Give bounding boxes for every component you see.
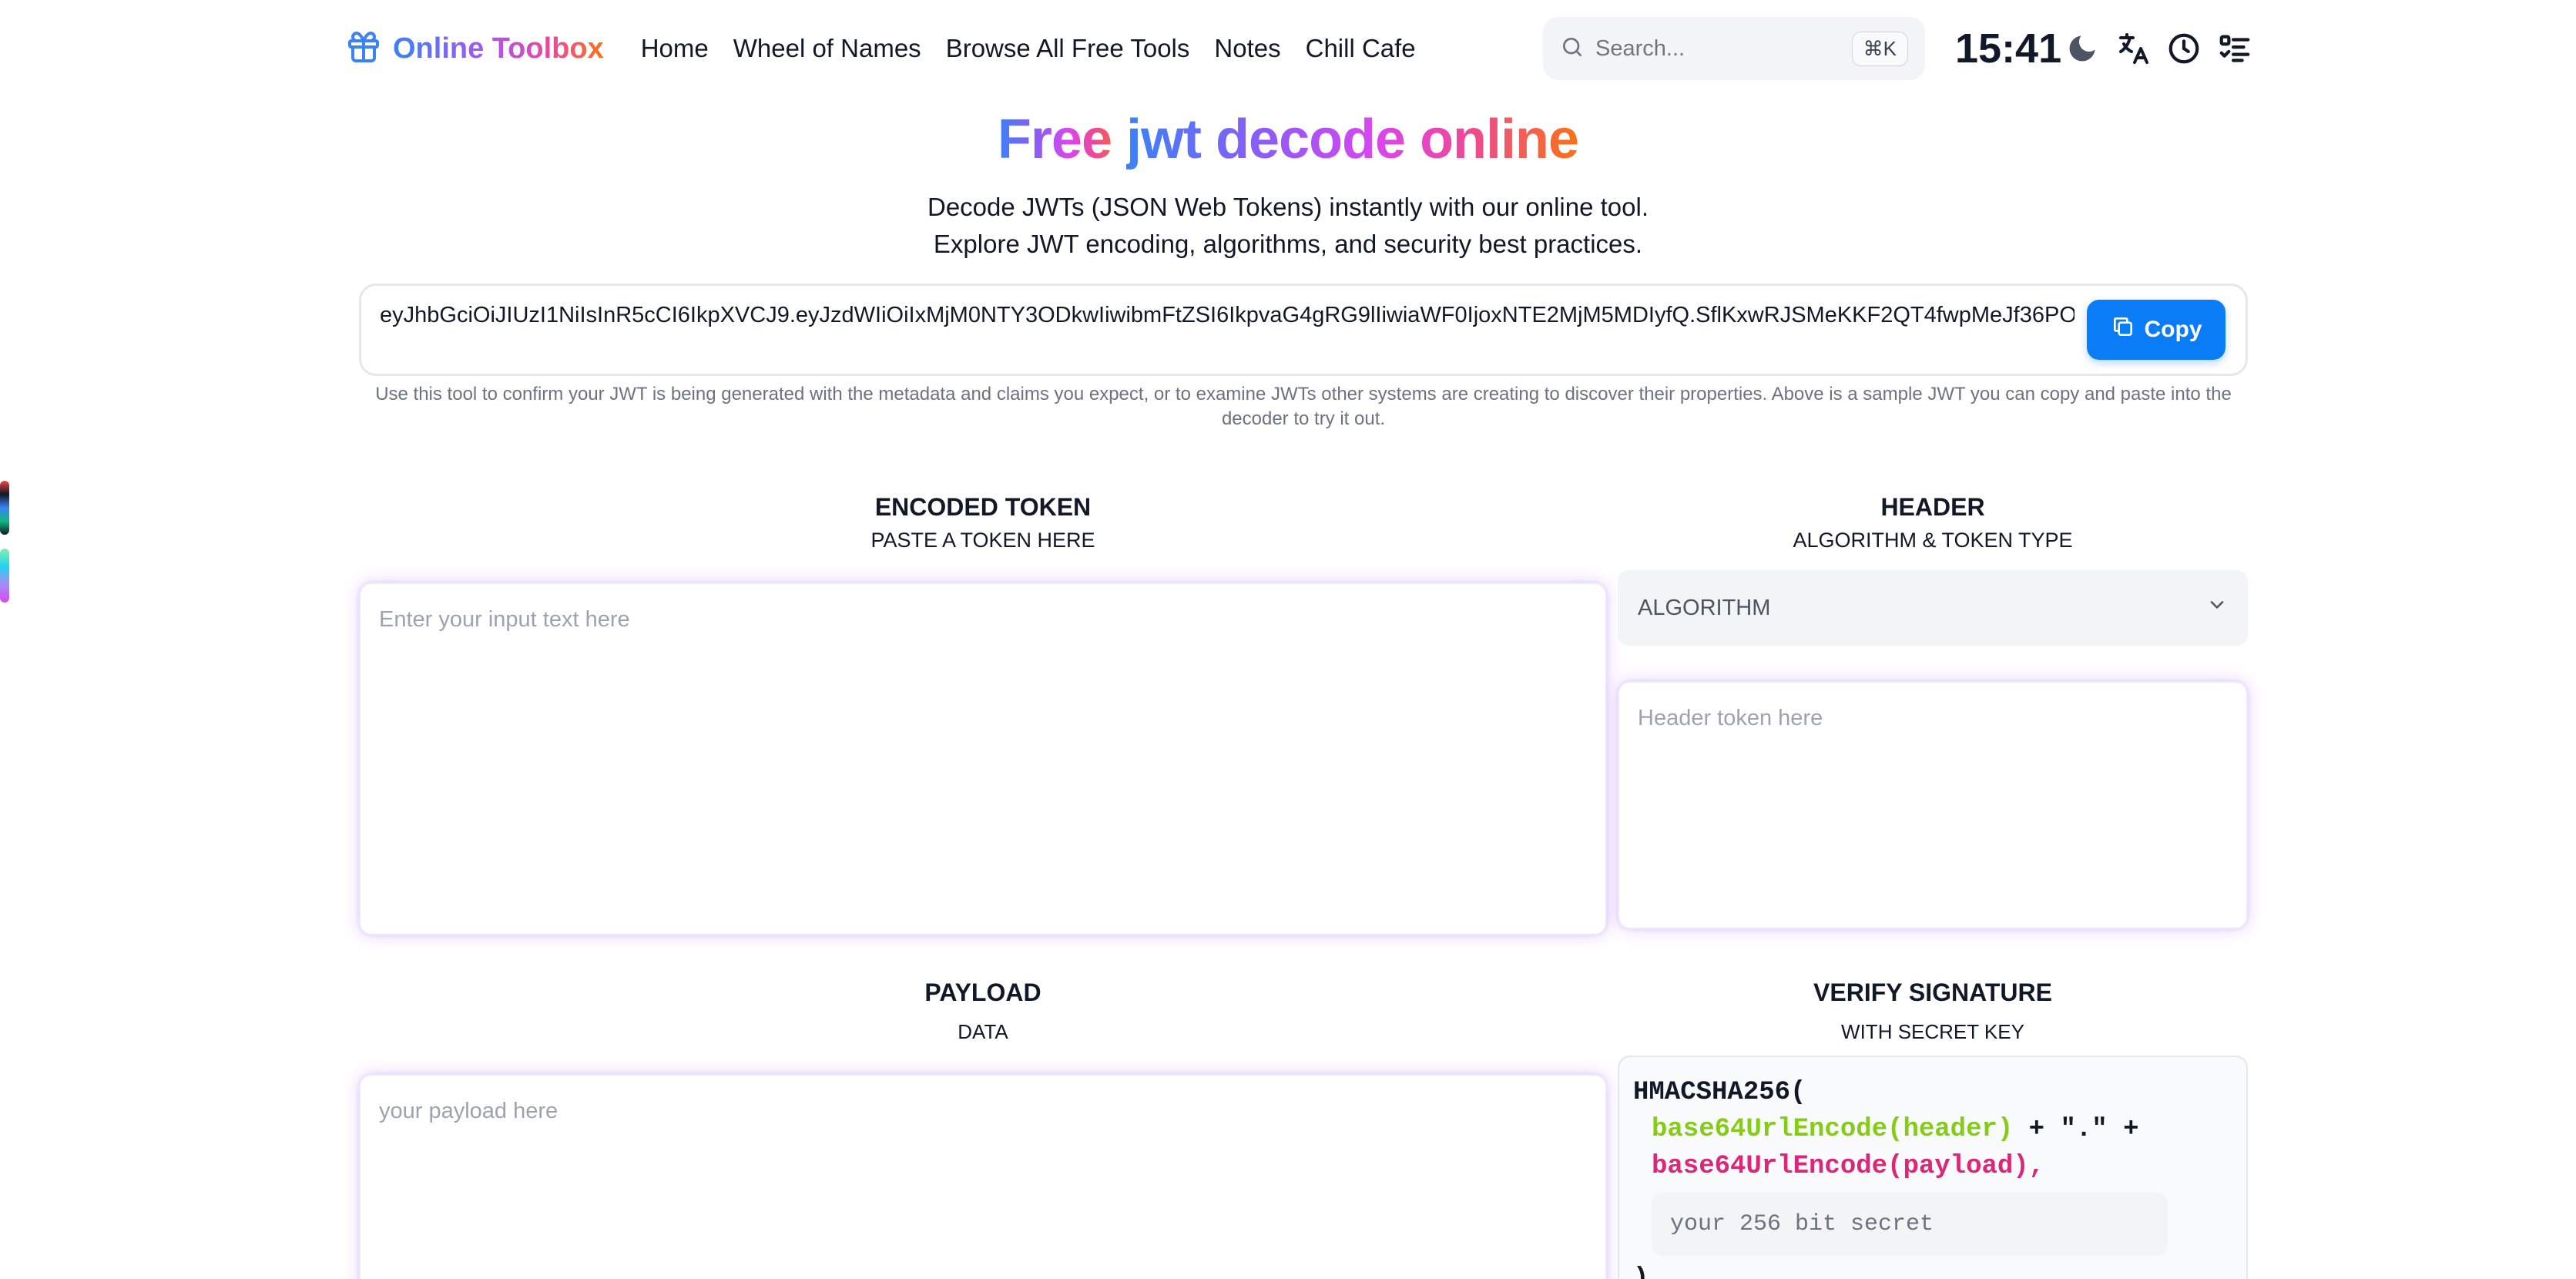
- concat-operator: + "." +: [2013, 1115, 2139, 1144]
- header-section-title: HEADER: [1880, 493, 1985, 521]
- page-title-prefix: Free: [997, 109, 1127, 170]
- secret-key-input[interactable]: [1652, 1193, 2168, 1256]
- encoded-token-subtitle: PASTE A TOKEN HERE: [870, 529, 1095, 552]
- gift-icon: [345, 29, 382, 69]
- search-input[interactable]: [1595, 35, 1826, 62]
- algorithm-select[interactable]: ALGORITHM: [1618, 570, 2248, 646]
- nav-browse-all-free-tools[interactable]: Browse All Free Tools: [946, 34, 1190, 63]
- sample-token-box: eyJhbGciOiJIUzI1NiIsInR5cCI6IkpXVCJ9.eyJ…: [359, 284, 2248, 376]
- page-title-highlight: jwt decode online: [1126, 109, 1579, 170]
- hmac-function-close: ): [1633, 1264, 1649, 1279]
- copy-icon: [2111, 314, 2135, 345]
- sample-token-text[interactable]: eyJhbGciOiJIUzI1NiIsInR5cCI6IkpXVCJ9.eyJ…: [380, 303, 2075, 328]
- payload-panel: [359, 1074, 1607, 1279]
- encoded-token-input[interactable]: [361, 584, 1605, 934]
- base64-header-expression: base64UrlEncode(header): [1652, 1115, 2014, 1144]
- subtitle-line-1: Decode JWTs (JSON Web Tokens) instantly …: [927, 193, 1649, 221]
- top-navigation: Online Toolbox Home Wheel of Names Brows…: [345, 14, 2252, 83]
- base64-payload-expression: base64UrlEncode(payload),: [1652, 1152, 2045, 1181]
- nav-notes[interactable]: Notes: [1214, 34, 1280, 63]
- subtitle-line-2: Explore JWT encoding, algorithms, and se…: [933, 230, 1643, 258]
- search-box[interactable]: ⌘K: [1543, 17, 1925, 80]
- verify-signature-subtitle: WITH SECRET KEY: [1841, 1020, 2024, 1043]
- header-token-panel: [1618, 681, 2248, 929]
- verify-signature-title: VERIFY SIGNATURE: [1813, 979, 2052, 1006]
- chevron-down-icon: [2206, 594, 2228, 622]
- main-nav: Home Wheel of Names Browse All Free Tool…: [641, 34, 1416, 63]
- color-strip-top: [0, 481, 9, 535]
- translate-icon[interactable]: [2114, 29, 2152, 68]
- verify-signature-panel: HMACSHA256( base64UrlEncode(header) + ".…: [1618, 1056, 2248, 1279]
- payload-subtitle: DATA: [958, 1020, 1008, 1043]
- search-icon: [1560, 35, 1585, 63]
- checklist-icon[interactable]: [2215, 29, 2254, 68]
- encoded-token-title: ENCODED TOKEN: [874, 493, 1092, 521]
- header-token-input[interactable]: [1619, 683, 2246, 928]
- site-logo[interactable]: Online Toolbox: [345, 29, 604, 69]
- color-strip-bottom: [0, 549, 9, 603]
- copy-button-label: Copy: [2144, 317, 2202, 342]
- header-section-subtitle: ALGORITHM & TOKEN TYPE: [1793, 529, 2073, 552]
- payload-input[interactable]: [361, 1076, 1605, 1279]
- clock-display: 15:41: [1955, 25, 2062, 72]
- nav-home[interactable]: Home: [641, 34, 709, 63]
- nav-wheel-of-names[interactable]: Wheel of Names: [733, 34, 921, 63]
- nav-chill-cafe[interactable]: Chill Cafe: [1306, 34, 1416, 63]
- hmac-function-open: HMACSHA256(: [1633, 1078, 1806, 1107]
- copy-button[interactable]: Copy: [2087, 300, 2225, 360]
- usage-hint: Use this tool to confirm your JWT is bei…: [375, 384, 2232, 429]
- algorithm-select-label: ALGORITHM: [1638, 595, 1771, 620]
- search-shortcut-badge: ⌘K: [1851, 31, 1908, 66]
- clock-icon[interactable]: [2165, 29, 2203, 68]
- encoded-token-panel: [359, 582, 1607, 935]
- moon-icon[interactable]: [2063, 29, 2101, 68]
- payload-title: PAYLOAD: [924, 979, 1041, 1006]
- site-logo-text: Online Toolbox: [393, 32, 604, 65]
- page-title: Free jwt decode online: [0, 108, 2576, 171]
